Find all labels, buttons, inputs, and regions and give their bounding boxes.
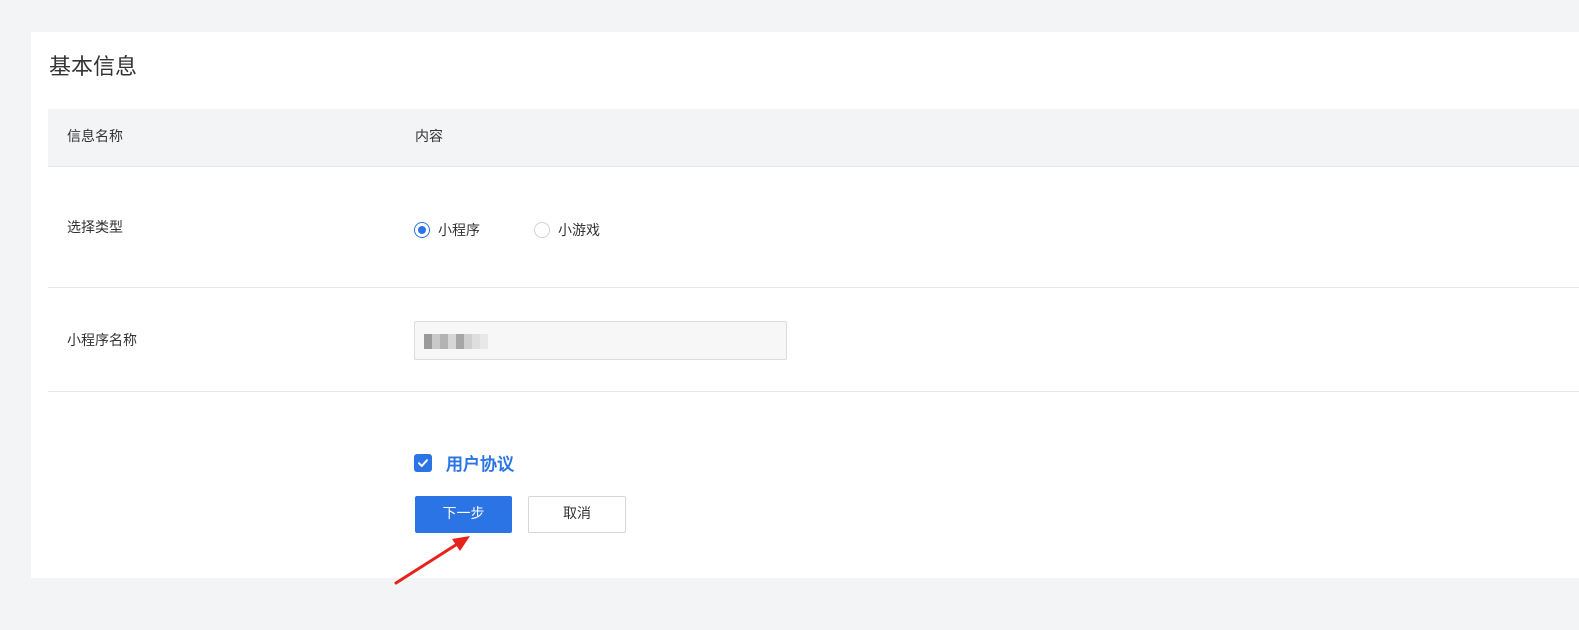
cancel-button[interactable]: 取消 xyxy=(528,496,626,533)
table-header: 信息名称 内容 xyxy=(48,109,1579,167)
radio-unchecked-icon[interactable] xyxy=(534,222,550,238)
agreement-row: 用户协议 xyxy=(414,450,514,475)
header-content: 内容 xyxy=(415,129,443,145)
radio-miniprogram-label: 小程序 xyxy=(438,223,480,239)
red-arrow-icon xyxy=(394,536,470,585)
type-row: 选择类型 小程序 小游戏 xyxy=(48,167,1579,288)
name-row: 小程序名称 xyxy=(48,288,1579,392)
section-title: 基本信息 xyxy=(49,55,138,80)
type-radio-group: 小程序 小游戏 xyxy=(414,220,600,240)
next-step-button[interactable]: 下一步 xyxy=(415,496,512,533)
radio-checked-icon[interactable] xyxy=(414,222,430,238)
miniprogram-name-input[interactable] xyxy=(414,321,787,360)
basic-info-card: 基本信息 信息名称 内容 选择类型 小程序 小游戏 小程序名称 用户协议 下一步… xyxy=(31,32,1579,578)
header-info-name: 信息名称 xyxy=(67,129,123,145)
radio-minigame-label: 小游戏 xyxy=(558,223,600,239)
user-agreement-link[interactable]: 用户协议 xyxy=(446,450,514,475)
checkmark-icon xyxy=(418,458,428,467)
agreement-checkbox[interactable] xyxy=(414,453,432,472)
type-label: 选择类型 xyxy=(67,220,123,236)
obscured-name-value xyxy=(424,334,488,349)
radio-minigame[interactable]: 小游戏 xyxy=(534,220,600,240)
radio-miniprogram[interactable]: 小程序 xyxy=(414,220,480,240)
name-label: 小程序名称 xyxy=(67,333,137,349)
